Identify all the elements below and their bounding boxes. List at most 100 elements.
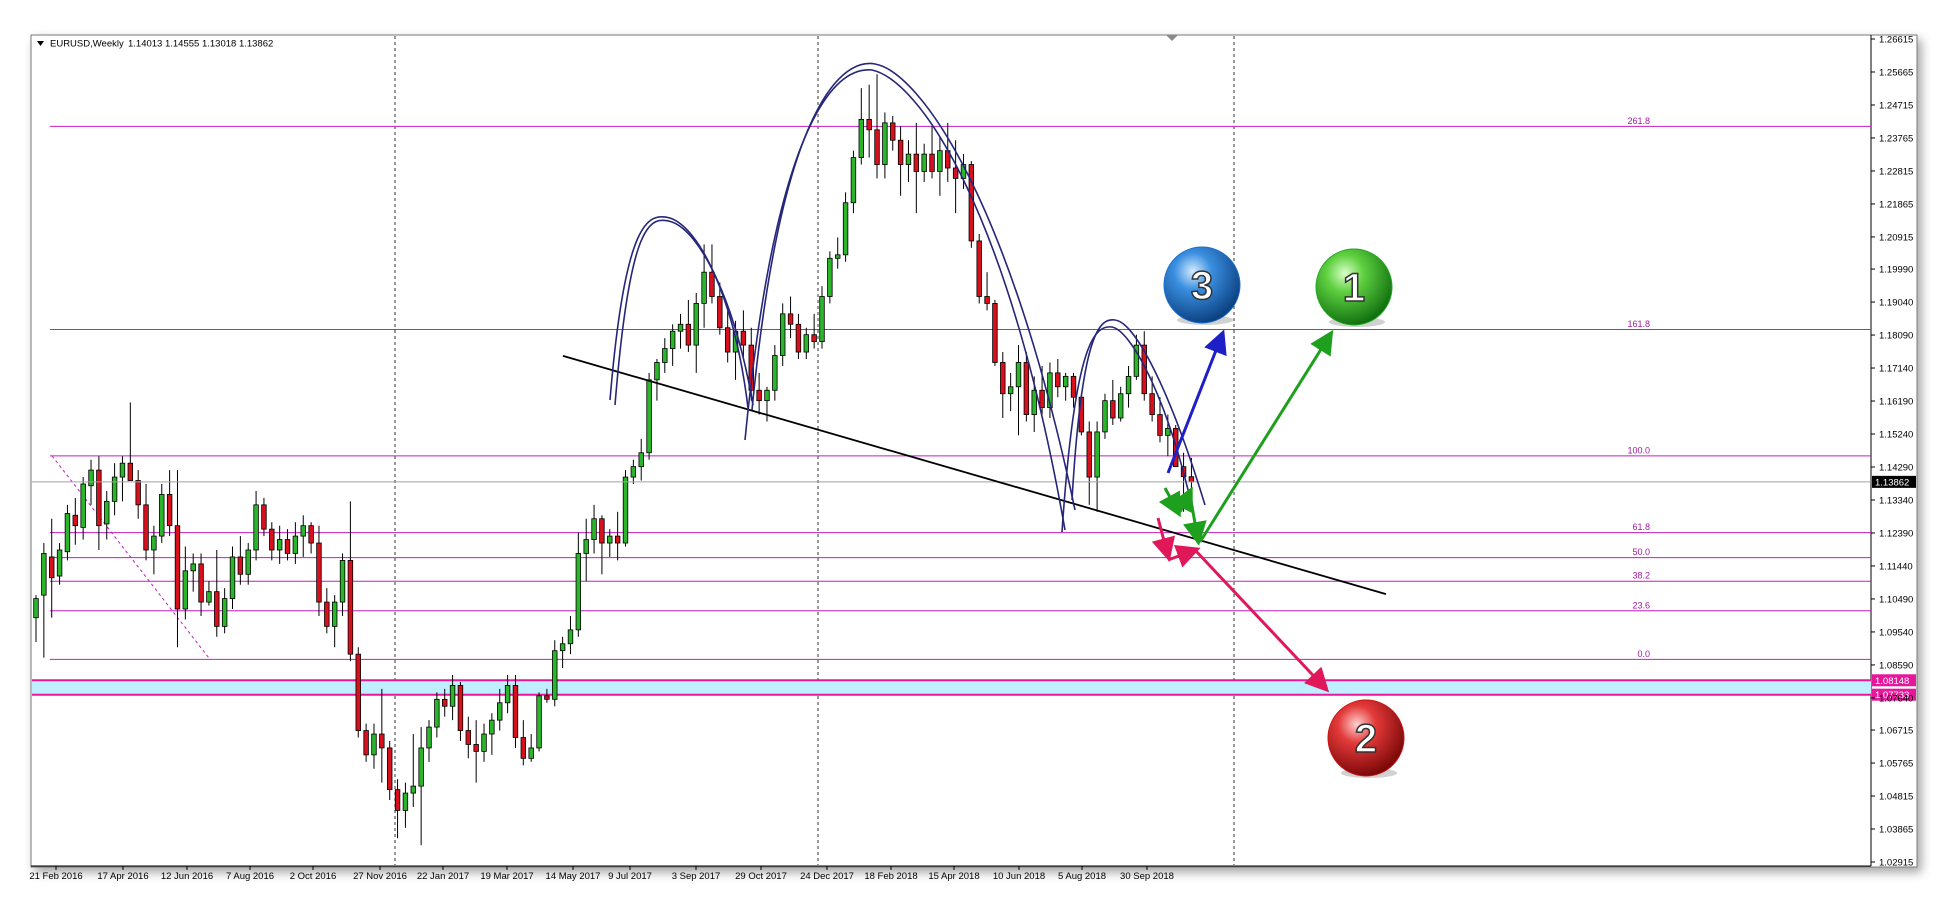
candle-body (324, 601, 330, 627)
candle-body (827, 257, 833, 297)
marker-number: 3 (1191, 264, 1213, 308)
candle-body (166, 494, 173, 527)
candle-body (638, 452, 644, 468)
x-tick-label: 14 May 2017 (546, 871, 601, 882)
candle-body (206, 591, 212, 603)
candle-body (253, 504, 259, 551)
candle-body (379, 733, 385, 749)
candle-body (261, 504, 267, 530)
candle-body (614, 535, 621, 544)
candle-body (740, 330, 747, 346)
candle-body (575, 553, 582, 631)
fib-level-label: 23.6 (1632, 600, 1650, 610)
candle-body (276, 539, 283, 551)
candle (842, 192, 849, 262)
chart-window: 1.08148 1.07733 261.8 161.8 100.0 61.8 50.0 38… (0, 0, 1949, 924)
candle-body (104, 500, 110, 525)
candle-body (591, 518, 597, 540)
candle-body (214, 591, 220, 627)
candle-body (339, 560, 346, 603)
candle-body (701, 271, 707, 304)
candle-body (56, 549, 63, 577)
candle-body (890, 122, 896, 141)
candle-body (182, 570, 189, 610)
y-tick-label: 1.23765 (1879, 133, 1913, 144)
y-tick-label: 1.14290 (1879, 462, 1913, 473)
candle-body (371, 733, 377, 756)
candle-body (119, 462, 126, 478)
candle-body (111, 476, 118, 502)
candle-body (410, 785, 416, 794)
y-tick-label: 1.11440 (1879, 561, 1913, 572)
y-tick-label: 1.22815 (1879, 166, 1913, 177)
candle-body (874, 129, 880, 165)
candle-body (803, 334, 809, 353)
candle-body (795, 323, 802, 353)
candle-body (630, 466, 637, 478)
candle-body (1015, 362, 1022, 388)
y-tick-label: 1.15240 (1879, 430, 1913, 441)
candle-body (1117, 393, 1124, 419)
candle-body (1055, 372, 1061, 388)
candle-body (1110, 400, 1116, 419)
candle-body (1188, 476, 1195, 483)
candle-body (724, 327, 731, 353)
x-tick-label: 18 Feb 2018 (864, 871, 917, 882)
candle-body (300, 525, 306, 537)
candle-body (646, 379, 652, 454)
x-tick-label: 29 Oct 2017 (735, 871, 787, 882)
price-chart[interactable]: 1.081481.07733 261.8161.8100.061.850.038… (0, 0, 1949, 924)
candle-body (473, 744, 479, 752)
candle-body (952, 167, 959, 179)
candle-body (221, 598, 228, 627)
candle-body (1102, 400, 1108, 433)
candle-body (308, 525, 314, 544)
candle-body (497, 702, 503, 721)
candle-body (787, 313, 794, 325)
candle-body (929, 153, 935, 172)
candle (827, 251, 833, 304)
candle-body (64, 513, 71, 553)
candle (992, 299, 998, 366)
time-axis: 21 Feb 2016 17 Apr 2016 12 Jun 2016 7 Aug 2… (29, 866, 1174, 882)
candle-body (850, 157, 857, 204)
candle-body (190, 563, 196, 572)
x-tick-label: 10 Jun 2018 (993, 871, 1045, 882)
y-tick-label: 1.17140 (1879, 364, 1913, 375)
x-tick-label: 9 Jul 2017 (608, 871, 652, 882)
candle-body (316, 542, 322, 603)
candle-body (913, 153, 920, 172)
candle-body (811, 334, 817, 343)
candle-body (489, 719, 495, 735)
candle-body (1157, 414, 1163, 436)
candle (512, 675, 519, 748)
candle-body (1149, 393, 1155, 415)
fib-level-label: 50.0 (1632, 547, 1650, 557)
y-tick-label: 1.13340 (1879, 495, 1913, 506)
candle-body (292, 535, 299, 554)
candle-body (520, 737, 527, 759)
candle (64, 504, 71, 561)
candle (968, 161, 975, 248)
candle-body (709, 271, 715, 297)
candle-body (835, 254, 841, 259)
candle-body (717, 296, 723, 329)
candle-body (1039, 389, 1045, 409)
candle-body (457, 685, 464, 731)
candle-body (127, 462, 134, 481)
candle-body (937, 150, 943, 172)
y-tick-label: 1.08590 (1879, 660, 1913, 671)
candle-body (662, 348, 668, 363)
candle-body (607, 535, 613, 544)
x-tick-label: 21 Feb 2016 (29, 871, 82, 882)
candle-body (654, 362, 660, 381)
candle-body (363, 730, 369, 756)
candle-body (1125, 375, 1132, 395)
y-tick-label: 1.24715 (1879, 100, 1913, 111)
candle-body (544, 695, 550, 700)
candle-body (772, 355, 778, 391)
candle-body (41, 553, 47, 596)
x-tick-label: 30 Sep 2018 (1120, 871, 1174, 882)
y-tick-label: 1.06715 (1879, 726, 1913, 737)
candle-body (88, 469, 94, 487)
